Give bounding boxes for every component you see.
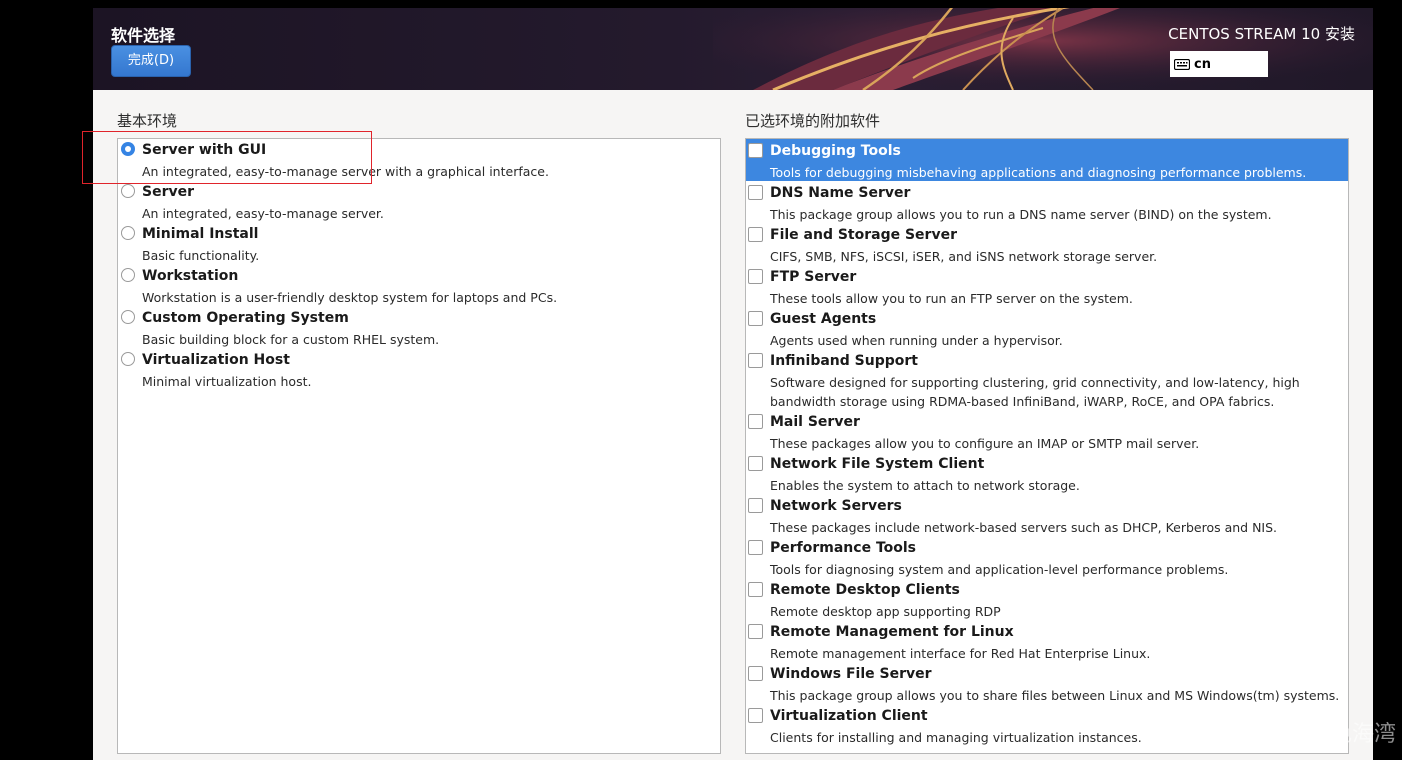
addon-desc-line1: Software designed for supporting cluster… xyxy=(770,375,1300,390)
addon-desc: Tools for debugging misbehaving applicat… xyxy=(770,165,1307,180)
addon-desc: Clients for installing and managing virt… xyxy=(770,730,1142,745)
checkbox-icon[interactable] xyxy=(748,414,763,429)
env-desc: An integrated, easy-to-manage server wit… xyxy=(142,164,549,179)
checkbox-icon[interactable] xyxy=(748,456,763,471)
checkbox-icon[interactable] xyxy=(748,143,763,158)
addon-name: Performance Tools xyxy=(770,540,917,556)
addon-debugging-tools[interactable]: Debugging Tools Tools for debugging misb… xyxy=(746,139,1348,181)
env-name: Workstation xyxy=(142,268,239,284)
addon-desc: Tools for diagnosing system and applicat… xyxy=(770,562,1229,577)
addon-infiniband-support[interactable]: Infiniband Support Software designed for… xyxy=(746,349,1348,410)
addon-desc: These packages allow you to configure an… xyxy=(770,436,1200,451)
env-desc: Basic building block for a custom RHEL s… xyxy=(142,332,440,347)
env-name: Virtualization Host xyxy=(142,352,290,368)
addon-desc: Agents used when running under a hypervi… xyxy=(770,333,1063,348)
addon-name: Infiniband Support xyxy=(770,353,918,369)
env-desc: An integrated, easy-to-manage server. xyxy=(142,206,384,221)
keyboard-layout-indicator[interactable]: cn xyxy=(1170,51,1268,77)
addon-desc: Remote management interface for Red Hat … xyxy=(770,646,1151,661)
done-button[interactable]: 完成(D) xyxy=(111,45,191,77)
radio-icon[interactable] xyxy=(121,226,135,240)
addon-name: File and Storage Server xyxy=(770,227,957,243)
checkbox-icon[interactable] xyxy=(748,311,763,326)
radio-icon[interactable] xyxy=(121,352,135,366)
env-server[interactable]: Server An integrated, easy-to-manage ser… xyxy=(118,181,720,223)
checkbox-icon[interactable] xyxy=(748,353,763,368)
checkbox-icon[interactable] xyxy=(748,540,763,555)
addon-desc: Enables the system to attach to network … xyxy=(770,478,1080,493)
base-environment-label: 基本环境 xyxy=(117,112,178,130)
addon-nfs-client[interactable]: Network File System Client Enables the s… xyxy=(746,452,1348,494)
checkbox-icon[interactable] xyxy=(748,624,763,639)
page-title: 软件选择 xyxy=(111,26,176,45)
addon-name: Guest Agents xyxy=(770,311,877,327)
radio-icon[interactable] xyxy=(121,268,135,282)
addon-remote-management[interactable]: Remote Management for Linux Remote manag… xyxy=(746,620,1348,662)
checkbox-icon[interactable] xyxy=(748,185,763,200)
addon-ftp-server[interactable]: FTP Server These tools allow you to run … xyxy=(746,265,1348,307)
env-name: Server xyxy=(142,184,195,200)
keyboard-icon xyxy=(1174,58,1190,70)
env-desc: Basic functionality. xyxy=(142,248,260,263)
checkbox-icon[interactable] xyxy=(748,227,763,242)
addons-label: 已选环境的附加软件 xyxy=(745,112,881,130)
checkbox-icon[interactable] xyxy=(748,708,763,723)
addon-desc: Remote desktop app supporting RDP xyxy=(770,604,1001,619)
addon-remote-desktop-clients[interactable]: Remote Desktop Clients Remote desktop ap… xyxy=(746,578,1348,620)
addon-desc: Software designed for supporting cluster… xyxy=(770,373,1300,411)
env-virtualization-host[interactable]: Virtualization Host Minimal virtualizati… xyxy=(118,349,720,391)
watermark: CSDN @荭色海湾 xyxy=(1216,722,1396,747)
radio-selected-icon[interactable] xyxy=(121,142,135,156)
addon-name: Network File System Client xyxy=(770,456,985,472)
addon-performance-tools[interactable]: Performance Tools Tools for diagnosing s… xyxy=(746,536,1348,578)
addon-desc: These tools allow you to run an FTP serv… xyxy=(770,291,1133,306)
addon-network-servers[interactable]: Network Servers These packages include n… xyxy=(746,494,1348,536)
addon-name: Virtualization Client xyxy=(770,708,928,724)
checkbox-icon[interactable] xyxy=(748,498,763,513)
addons-list: Debugging Tools Tools for debugging misb… xyxy=(745,138,1349,754)
addon-name: Windows File Server xyxy=(770,666,932,682)
env-workstation[interactable]: Workstation Workstation is a user-friend… xyxy=(118,265,720,307)
env-server-with-gui[interactable]: Server with GUI An integrated, easy-to-m… xyxy=(118,139,720,181)
addon-windows-file-server[interactable]: Windows File Server This package group a… xyxy=(746,662,1348,704)
checkbox-icon[interactable] xyxy=(748,666,763,681)
product-title: CENTOS STREAM 10 安装 xyxy=(1168,25,1355,43)
base-environment-list: Server with GUI An integrated, easy-to-m… xyxy=(117,138,721,754)
header-artwork xyxy=(713,8,1373,90)
addon-name: Remote Desktop Clients xyxy=(770,582,960,598)
addon-desc: CIFS, SMB, NFS, iSCSI, iSER, and iSNS ne… xyxy=(770,249,1158,264)
checkbox-icon[interactable] xyxy=(748,269,763,284)
addon-name: DNS Name Server xyxy=(770,185,911,201)
addon-name: Mail Server xyxy=(770,414,860,430)
env-name: Server with GUI xyxy=(142,142,267,158)
addon-desc: This package group allows you to share f… xyxy=(770,688,1340,703)
checkbox-icon[interactable] xyxy=(748,582,763,597)
env-custom-os[interactable]: Custom Operating System Basic building b… xyxy=(118,307,720,349)
addon-desc: This package group allows you to run a D… xyxy=(770,207,1272,222)
addon-dns-name-server[interactable]: DNS Name Server This package group allow… xyxy=(746,181,1348,223)
addon-name: Debugging Tools xyxy=(770,143,901,159)
header-bar: 软件选择 完成(D) CENTOS STREAM 10 安装 cn xyxy=(93,8,1373,90)
addon-name: Remote Management for Linux xyxy=(770,624,1014,640)
env-name: Minimal Install xyxy=(142,226,259,242)
addon-guest-agents[interactable]: Guest Agents Agents used when running un… xyxy=(746,307,1348,349)
env-desc: Workstation is a user-friendly desktop s… xyxy=(142,290,558,305)
addon-desc-line2: bandwidth storage using RDMA-based Infin… xyxy=(770,394,1275,409)
software-selection-window: 软件选择 完成(D) CENTOS STREAM 10 安装 cn 基本环境 已… xyxy=(93,8,1373,760)
addon-file-storage-server[interactable]: File and Storage Server CIFS, SMB, NFS, … xyxy=(746,223,1348,265)
keyboard-layout-value: cn xyxy=(1194,56,1211,72)
addon-name: Network Servers xyxy=(770,498,902,514)
addon-name: FTP Server xyxy=(770,269,857,285)
radio-icon[interactable] xyxy=(121,184,135,198)
env-name: Custom Operating System xyxy=(142,310,349,326)
radio-icon[interactable] xyxy=(121,310,135,324)
env-desc: Minimal virtualization host. xyxy=(142,374,312,389)
addon-desc: These packages include network-based ser… xyxy=(770,520,1278,535)
env-minimal-install[interactable]: Minimal Install Basic functionality. xyxy=(118,223,720,265)
addon-mail-server[interactable]: Mail Server These packages allow you to … xyxy=(746,410,1348,452)
